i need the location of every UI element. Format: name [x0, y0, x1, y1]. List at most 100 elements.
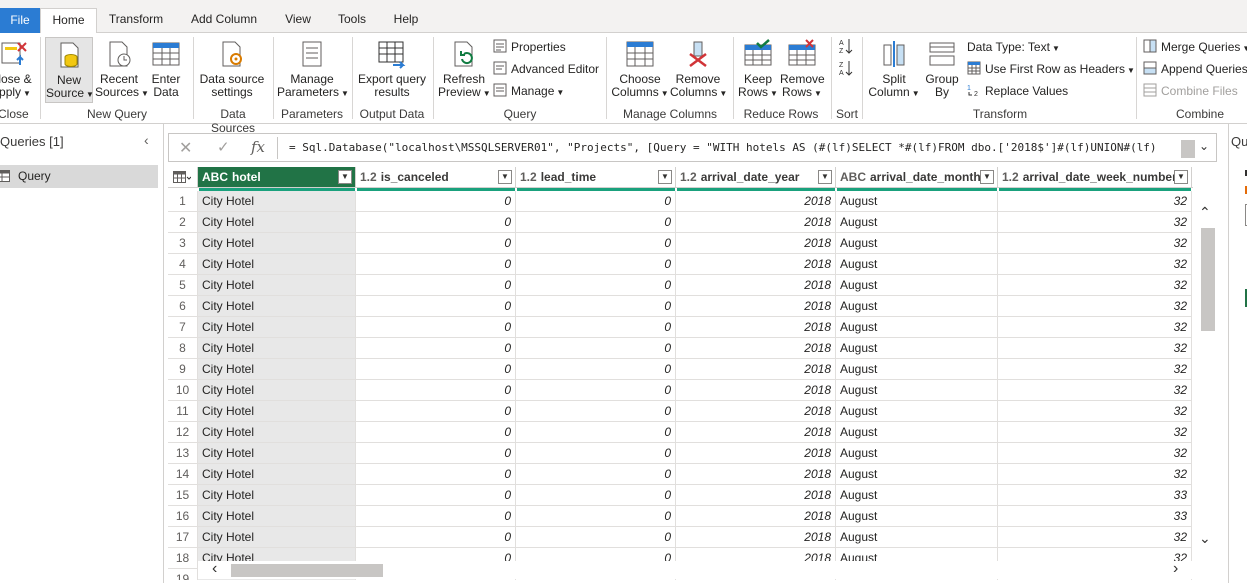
table-cell[interactable]: 0 — [516, 527, 676, 548]
table-cell[interactable]: 0 — [356, 212, 516, 233]
vertical-scroll-thumb[interactable] — [1201, 228, 1215, 331]
table-row[interactable]: 5 City Hotel 0 0 2018 August 32 — [168, 275, 1193, 296]
table-cell[interactable]: City Hotel — [198, 464, 356, 485]
column-filter-dropdown-icon[interactable]: ▼ — [980, 170, 994, 184]
table-cell[interactable]: 0 — [516, 212, 676, 233]
table-cell[interactable]: 0 — [516, 275, 676, 296]
table-cell[interactable]: August — [836, 506, 998, 527]
table-cell[interactable]: City Hotel — [198, 380, 356, 401]
table-cell[interactable]: 0 — [516, 254, 676, 275]
query-item[interactable]: Query — [0, 165, 158, 188]
table-cell[interactable]: 32 — [998, 338, 1192, 359]
column-type-icon[interactable]: 1.2 — [1002, 170, 1019, 184]
table-cell[interactable]: 32 — [998, 527, 1192, 548]
table-cell[interactable]: 2018 — [676, 380, 836, 401]
table-cell[interactable]: 0 — [356, 338, 516, 359]
table-cell[interactable]: City Hotel — [198, 212, 356, 233]
table-cell[interactable]: City Hotel — [198, 191, 356, 212]
table-row[interactable]: 15 City Hotel 0 0 2018 August 33 — [168, 485, 1193, 506]
tab-file[interactable]: File — [0, 8, 40, 33]
column-header-partial[interactable]: 1.2 — [1192, 167, 1193, 188]
close-apply-button[interactable]: lose & pply ▼ — [0, 37, 36, 103]
table-cell[interactable]: 32 — [998, 254, 1192, 275]
table-row[interactable]: 14 City Hotel 0 0 2018 August 32 — [168, 464, 1193, 485]
table-cell[interactable]: 2018 — [676, 359, 836, 380]
table-row[interactable]: 13 City Hotel 0 0 2018 August 32 — [168, 443, 1193, 464]
column-type-icon[interactable]: 1.2 — [680, 170, 697, 184]
table-cell[interactable]: August — [836, 338, 998, 359]
table-row[interactable]: 8 City Hotel 0 0 2018 August 32 — [168, 338, 1193, 359]
table-cell[interactable]: 32 — [998, 443, 1192, 464]
table-cell[interactable]: City Hotel — [198, 296, 356, 317]
table-cell[interactable]: 32 — [998, 359, 1192, 380]
table-cell[interactable]: City Hotel — [198, 401, 356, 422]
table-cell[interactable]: August — [836, 296, 998, 317]
column-header-hotel[interactable]: ABC hotel ▼ — [198, 167, 356, 188]
sort-ascending-button[interactable]: AZ — [839, 37, 857, 57]
table-cell[interactable]: 2018 — [676, 296, 836, 317]
manage-parameters-button[interactable]: Manage Parameters ▼ — [277, 37, 349, 103]
table-cell[interactable]: 0 — [356, 506, 516, 527]
horizontal-scroll-thumb[interactable] — [231, 564, 383, 577]
vertical-scrollbar[interactable]: ⌃ ⌄ — [1196, 190, 1216, 555]
keep-rows-button[interactable]: Keep Rows ▼ — [737, 37, 779, 103]
sort-descending-button[interactable]: ZA — [839, 59, 857, 79]
table-cell[interactable]: 0 — [516, 191, 676, 212]
expand-formula-icon[interactable]: ⌄ — [1199, 139, 1209, 153]
table-cell[interactable]: 0 — [356, 464, 516, 485]
tab-transform[interactable]: Transform — [100, 8, 172, 33]
table-cell[interactable]: 2018 — [676, 233, 836, 254]
column-filter-dropdown-icon[interactable]: ▼ — [818, 170, 832, 184]
table-cell[interactable]: 0 — [516, 401, 676, 422]
table-cell[interactable]: 2018 — [676, 401, 836, 422]
table-menu-button[interactable] — [168, 167, 198, 188]
table-cell[interactable]: 33 — [998, 485, 1192, 506]
table-cell[interactable]: 32 — [998, 191, 1192, 212]
remove-rows-button[interactable]: Remove Rows ▼ — [780, 37, 825, 103]
table-cell[interactable]: 2018 — [676, 317, 836, 338]
table-row[interactable]: 16 City Hotel 0 0 2018 August 33 — [168, 506, 1193, 527]
table-cell[interactable]: 32 — [998, 275, 1192, 296]
table-cell[interactable]: 32 — [998, 233, 1192, 254]
table-cell[interactable]: 2018 — [676, 485, 836, 506]
combine-files-button[interactable]: Combine Files — [1143, 81, 1238, 101]
table-cell[interactable]: City Hotel — [198, 338, 356, 359]
table-cell[interactable]: 2018 — [676, 191, 836, 212]
table-cell[interactable]: 32 — [998, 422, 1192, 443]
advanced-editor-button[interactable]: Advanced Editor — [493, 59, 599, 79]
table-cell[interactable]: August — [836, 359, 998, 380]
table-cell[interactable]: August — [836, 317, 998, 338]
column-filter-dropdown-icon[interactable]: ▼ — [1174, 170, 1188, 184]
table-row[interactable]: 17 City Hotel 0 0 2018 August 32 — [168, 527, 1193, 548]
table-cell[interactable]: 0 — [356, 401, 516, 422]
manage-button[interactable]: Manage ▼ — [493, 81, 564, 101]
data-type-dropdown[interactable]: Data Type: Text ▼ — [967, 37, 1060, 57]
table-cell[interactable]: City Hotel — [198, 359, 356, 380]
column-header-arrival_date_week_number[interactable]: 1.2 arrival_date_week_number ▼ — [998, 167, 1192, 188]
column-header-is_canceled[interactable]: 1.2 is_canceled ▼ — [356, 167, 516, 188]
table-cell[interactable]: 0 — [516, 359, 676, 380]
table-cell[interactable]: 32 — [998, 401, 1192, 422]
table-cell[interactable]: 0 — [356, 233, 516, 254]
table-cell[interactable]: August — [836, 485, 998, 506]
table-cell[interactable]: 0 — [356, 443, 516, 464]
table-row[interactable]: 2 City Hotel 0 0 2018 August 32 — [168, 212, 1193, 233]
scroll-right-icon[interactable]: › — [1173, 561, 1178, 577]
table-cell[interactable]: August — [836, 464, 998, 485]
table-cell[interactable]: 32 — [998, 464, 1192, 485]
table-cell[interactable]: 2018 — [676, 422, 836, 443]
tab-tools[interactable]: Tools — [330, 8, 374, 33]
table-cell[interactable]: 0 — [516, 506, 676, 527]
horizontal-scrollbar[interactable]: ‹ › — [198, 561, 1193, 579]
table-cell[interactable]: 0 — [516, 422, 676, 443]
table-cell[interactable]: 0 — [356, 317, 516, 338]
table-cell[interactable]: City Hotel — [198, 485, 356, 506]
table-cell[interactable]: 2018 — [676, 275, 836, 296]
table-cell[interactable]: City Hotel — [198, 233, 356, 254]
table-cell[interactable]: 0 — [356, 254, 516, 275]
table-cell[interactable]: City Hotel — [198, 527, 356, 548]
table-row[interactable]: 10 City Hotel 0 0 2018 August 32 — [168, 380, 1193, 401]
tab-home[interactable]: Home — [40, 8, 97, 34]
table-cell[interactable]: City Hotel — [198, 506, 356, 527]
table-row[interactable]: 9 City Hotel 0 0 2018 August 32 — [168, 359, 1193, 380]
